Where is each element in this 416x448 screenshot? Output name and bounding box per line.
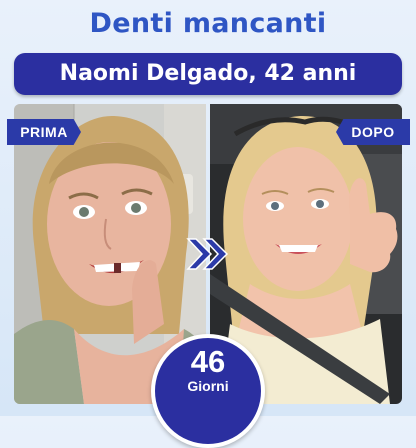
before-label: PRIMA xyxy=(7,119,81,145)
name-banner: Naomi Delgado, 42 anni xyxy=(14,53,402,95)
page-title: Denti mancanti xyxy=(89,8,327,39)
double-chevron-right-icon xyxy=(184,236,234,272)
duration-badge: 46 Giorni xyxy=(151,334,265,448)
after-label: DOPO xyxy=(336,119,410,145)
duration-number: 46 xyxy=(190,344,226,379)
duration-unit: Giorni xyxy=(187,378,229,394)
